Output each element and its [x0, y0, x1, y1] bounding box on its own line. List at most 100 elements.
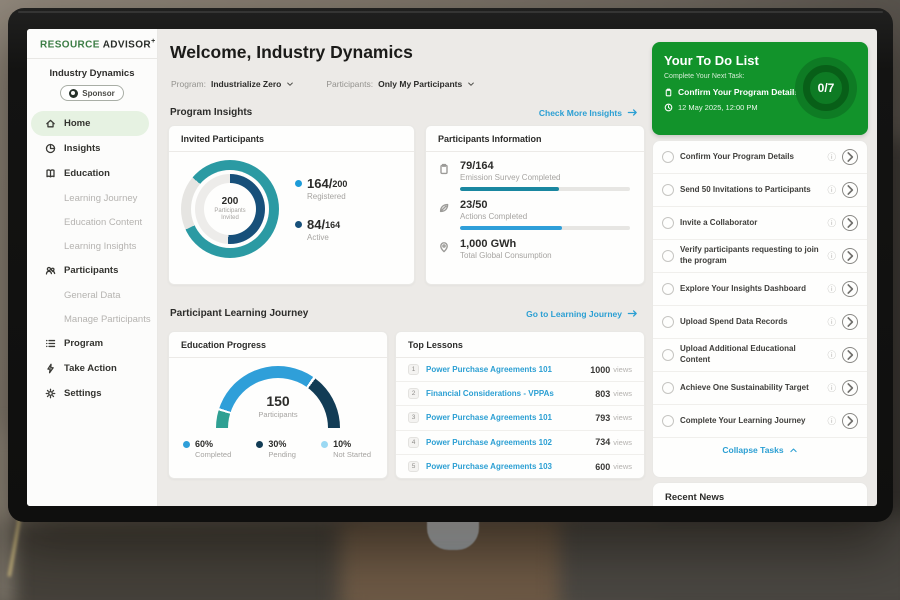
sidebar-item-education[interactable]: Education: [31, 161, 149, 186]
lesson-views-label: views: [613, 462, 632, 471]
task-open-button[interactable]: [842, 182, 858, 198]
task-checkbox[interactable]: [662, 184, 674, 196]
background-desk-left: [0, 520, 360, 600]
filter-bar: Program: Industrialize Zero Participants…: [171, 79, 475, 89]
sidebar-item-participants[interactable]: Participants: [31, 258, 149, 283]
info-icon: ⓘ: [827, 417, 836, 426]
legend-item-pending: 30% Pending: [256, 439, 296, 459]
stat-label: Total Global Consumption: [460, 251, 630, 260]
invited-participants-card: Invited Participants 200 Participants In…: [168, 125, 415, 285]
gauge-center-label: Participants: [216, 410, 340, 419]
lesson-row: 1 Power Purchase Agreements 101 1000 vie…: [396, 358, 644, 382]
task-open-button[interactable]: [842, 149, 858, 165]
donut-center-label: Participants Invited: [210, 208, 250, 223]
info-icon: ⓘ: [827, 153, 836, 162]
todo-next-task-label: Confirm Your Program Details: [678, 87, 799, 97]
task-checkbox[interactable]: [662, 349, 674, 361]
task-checkbox[interactable]: [662, 283, 674, 295]
lesson-link[interactable]: Power Purchase Agreements 101: [426, 413, 595, 422]
todo-due-label: 12 May 2025, 12:00 PM: [678, 103, 758, 112]
home-icon: [45, 118, 56, 129]
program-dropdown[interactable]: Program: Industrialize Zero: [171, 79, 294, 89]
task-row[interactable]: Send 50 Invitations to Participants ⓘ: [653, 174, 867, 207]
sidebar-item-settings[interactable]: Settings: [31, 381, 149, 406]
lesson-row: 2 Financial Considerations - VPPAs 803 v…: [396, 382, 644, 406]
participants-dropdown[interactable]: Participants: Only My Participants: [326, 79, 475, 89]
legend-value: 164/: [307, 176, 332, 191]
dashboard-screen: RESOURCE ADVISOR+ Industry Dynamics Spon…: [27, 29, 877, 506]
collapse-tasks-link[interactable]: Collapse Tasks: [653, 438, 867, 461]
task-checkbox[interactable]: [662, 250, 674, 262]
go-to-learning-journey-link[interactable]: Go to Learning Journey: [526, 308, 638, 319]
stat-value: 79/164: [460, 160, 630, 172]
task-row[interactable]: Confirm Your Program Details ⓘ: [653, 141, 867, 174]
sidebar-item-label: Participants: [64, 265, 118, 276]
legend-value: 84/: [307, 217, 325, 232]
brand-logo: RESOURCE ADVISOR+: [27, 38, 157, 50]
lesson-row: 5 Power Purchase Agreements 103 600 view…: [396, 455, 644, 479]
sidebar-item-label: Education: [64, 168, 110, 179]
sidebar-item-home[interactable]: Home: [31, 111, 149, 136]
check-more-insights-link[interactable]: Check More Insights: [539, 107, 638, 118]
card-title: Top Lessons: [396, 332, 644, 358]
card-title: Education Progress: [169, 332, 387, 358]
lesson-link[interactable]: Power Purchase Agreements 103: [426, 462, 595, 471]
task-row[interactable]: Invite a Collaborator ⓘ: [653, 207, 867, 240]
lesson-views: 1000: [590, 365, 610, 375]
sidebar-item-learning-insights[interactable]: Learning Insights: [27, 234, 157, 258]
collapse-label: Collapse Tasks: [722, 445, 783, 455]
stat-actions-completed: 23/50 Actions Completed: [426, 191, 644, 230]
sidebar-divider: [27, 58, 157, 59]
task-open-button[interactable]: [842, 347, 858, 363]
sidebar-nav: Home Insights Education Learning Journey…: [27, 111, 157, 406]
sidebar-item-insights[interactable]: Insights: [31, 136, 149, 161]
task-open-button[interactable]: [842, 248, 858, 264]
task-row[interactable]: Explore Your Insights Dashboard ⓘ: [653, 273, 867, 306]
info-icon: ⓘ: [827, 285, 836, 294]
task-row[interactable]: Upload Additional Educational Content ⓘ: [653, 339, 867, 372]
legend-dot: [256, 441, 263, 448]
stat-global-consumption: 1,000 GWh Total Global Consumption: [426, 230, 644, 260]
task-row[interactable]: Complete Your Learning Journey ⓘ: [653, 405, 867, 438]
page-title: Welcome, Industry Dynamics: [170, 42, 413, 63]
task-open-button[interactable]: [842, 215, 858, 231]
sidebar-subitem-label: Learning Journey: [64, 193, 137, 204]
lesson-views-label: views: [613, 389, 632, 398]
task-checkbox[interactable]: [662, 316, 674, 328]
task-open-button[interactable]: [842, 413, 858, 429]
sidebar-item-program[interactable]: Program: [31, 331, 149, 356]
task-label: Complete Your Learning Journey: [680, 416, 821, 427]
sidebar-item-learning-journey[interactable]: Learning Journey: [27, 186, 157, 210]
todo-task-list: Confirm Your Program Details ⓘ Send 50 I…: [652, 140, 868, 478]
task-open-button[interactable]: [842, 314, 858, 330]
sidebar-item-manage-participants[interactable]: Manage Participants: [27, 307, 157, 331]
task-checkbox[interactable]: [662, 382, 674, 394]
lesson-views: 734: [595, 437, 610, 447]
sponsor-badge[interactable]: Sponsor: [60, 85, 124, 101]
lesson-rank: 3: [408, 412, 419, 423]
location-pin-icon: [438, 241, 450, 253]
task-open-button[interactable]: [842, 380, 858, 396]
task-checkbox[interactable]: [662, 151, 674, 163]
sidebar-item-education-content[interactable]: Education Content: [27, 210, 157, 234]
task-row[interactable]: Verify participants requesting to join t…: [653, 240, 867, 273]
legend-pct: 10%: [333, 439, 351, 449]
stat-value: 23/50: [460, 199, 630, 211]
task-checkbox[interactable]: [662, 415, 674, 427]
participants-icon: [45, 265, 56, 276]
lesson-views-label: views: [613, 438, 632, 447]
sponsor-icon: [69, 89, 78, 98]
task-row[interactable]: Achieve One Sustainability Target ⓘ: [653, 372, 867, 405]
task-open-button[interactable]: [842, 281, 858, 297]
invited-donut-chart: 200 Participants Invited: [181, 160, 279, 258]
lesson-link[interactable]: Financial Considerations - VPPAs: [426, 389, 595, 398]
task-checkbox[interactable]: [662, 217, 674, 229]
education-icon: [45, 168, 56, 179]
sidebar-item-take-action[interactable]: Take Action: [31, 356, 149, 381]
sidebar-item-general-data[interactable]: General Data: [27, 283, 157, 307]
insights-icon: [45, 143, 56, 154]
task-row[interactable]: Upload Spend Data Records ⓘ: [653, 306, 867, 339]
lesson-link[interactable]: Power Purchase Agreements 102: [426, 438, 595, 447]
lesson-link[interactable]: Power Purchase Agreements 101: [426, 365, 590, 374]
legend-item-not-started: 10% Not Started: [321, 439, 371, 459]
